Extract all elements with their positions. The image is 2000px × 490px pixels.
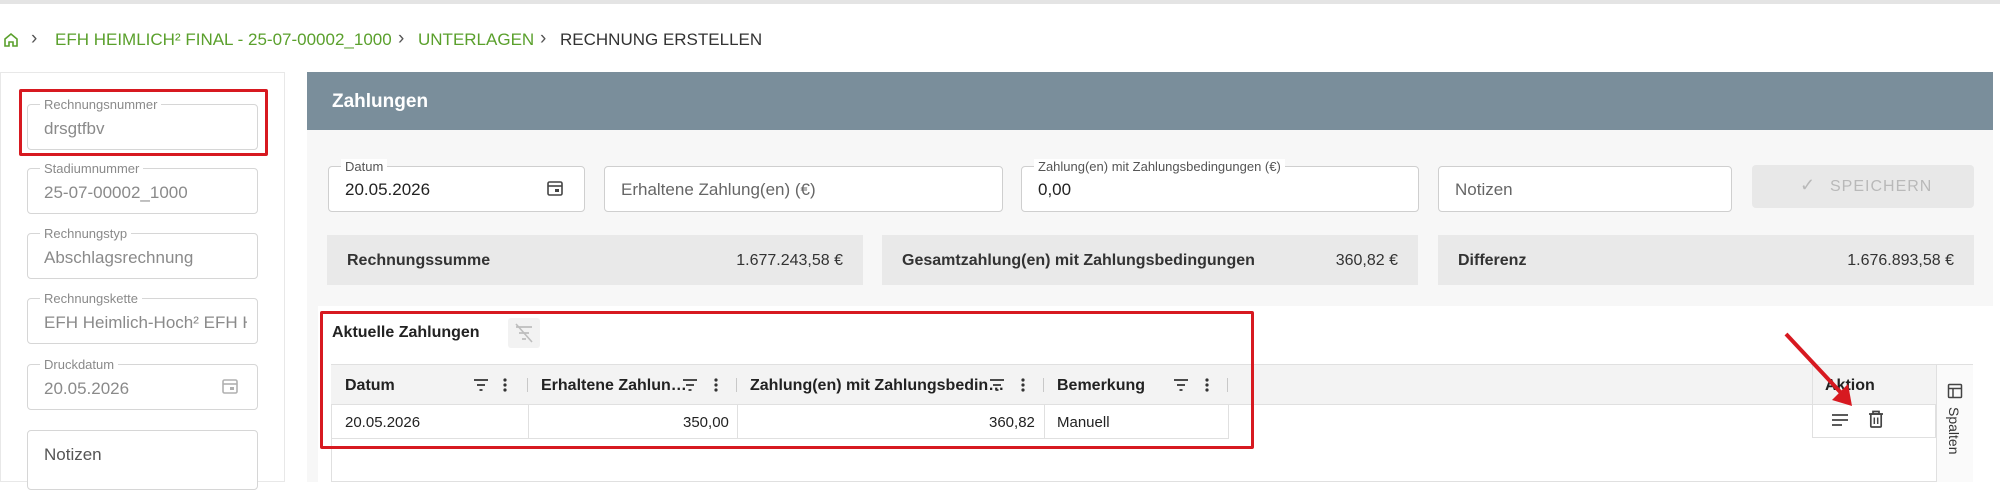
input-placeholder: Erhaltene Zahlung(en) (€) [621,180,816,199]
field-value: 0,00 [1038,180,1072,199]
field-label: Zahlung(en) mit Zahlungsbedingungen (€) [1034,159,1285,174]
breadcrumb-current: RECHNUNG ERSTELLEN [560,30,763,49]
summary-difference: Differenz 1.676.893,58 € [1438,235,1974,285]
chevron-right-icon: › [540,28,547,49]
field-label: Stadiumnummer [40,161,144,176]
summary-label: Gesamtzahlung(en) mit Zahlungsbedingunge… [902,252,1255,269]
summary-total-payments: Gesamtzahlung(en) mit Zahlungsbedingunge… [882,235,1418,285]
invoice-chain-field[interactable]: Rechnungskette EFH Heimlich-Hoch² EFH He… [27,291,258,344]
chevron-right-icon: › [398,28,405,49]
received-payment-input[interactable]: Erhaltene Zahlung(en) (€) [604,166,1003,212]
summary-value: 1.676.893,58 € [1847,252,1954,269]
top-bar-shadow [0,0,2000,4]
sidebar-notes-field[interactable]: Notizen [27,430,258,490]
date-input[interactable]: Datum 20.05.2026 [328,159,585,212]
field-label: Rechnungskette [40,291,142,306]
print-date-field[interactable]: Druckdatum 20.05.2026 [27,357,258,410]
field-value: 20.05.2026 [44,379,130,398]
notes-placeholder: Notizen [44,445,102,464]
field-value: 25-07-00002_1000 [44,183,188,202]
save-button[interactable]: ✓ SPEICHERN [1752,165,1974,208]
summary-label: Differenz [1458,252,1527,269]
input-placeholder: Notizen [1455,180,1513,199]
columns-icon [1947,383,1963,404]
delete-icon[interactable] [1867,409,1885,434]
summary-label: Rechnungssumme [347,252,491,269]
highlight-box-current-payments [320,311,1254,449]
annotation-arrow [1784,332,1852,406]
home-icon[interactable] [3,32,19,53]
field-label: Druckdatum [40,357,119,372]
details-icon[interactable] [1831,411,1849,434]
save-button-label: SPEICHERN [1830,178,1933,195]
payment-notes-input[interactable]: Notizen [1438,166,1732,212]
stage-number-field[interactable]: Stadiumnummer 25-07-00002_1000 [27,161,258,214]
chevron-right-icon: › [31,28,38,49]
field-label: Rechnungstyp [40,226,132,241]
breadcrumb-documents[interactable]: UNTERLAGEN [418,30,534,50]
field-value: Abschlagsrechnung [44,248,194,267]
columns-label: Spalten [1946,407,1962,455]
payments-title: Zahlungen [332,91,429,112]
terms-payment-input[interactable]: Zahlung(en) mit Zahlungsbedingungen (€) … [1021,159,1419,212]
summary-value: 360,82 € [1335,252,1398,269]
breadcrumb-project[interactable]: EFH HEIMLICH² FINAL - 25-07-00002_1000 [55,30,392,50]
calendar-icon[interactable] [221,377,239,400]
field-value: 20.05.2026 [345,180,431,199]
invoice-type-field[interactable]: Rechnungstyp Abschlagsrechnung [27,226,258,279]
highlight-box-invoice-number [19,89,268,156]
payments-header: Zahlungen [307,72,1993,130]
field-value: EFH Heimlich-Hoch² EFH Heimlich [44,313,247,332]
check-icon: ✓ [1800,175,1817,195]
summary-invoice-total: Rechnungssumme 1.677.243,58 € [327,235,863,285]
calendar-icon[interactable] [546,179,564,202]
columns-panel-toggle[interactable]: Spalten [1936,365,1973,482]
field-label: Datum [341,159,388,174]
summary-value: 1.677.243,58 € [736,252,843,269]
